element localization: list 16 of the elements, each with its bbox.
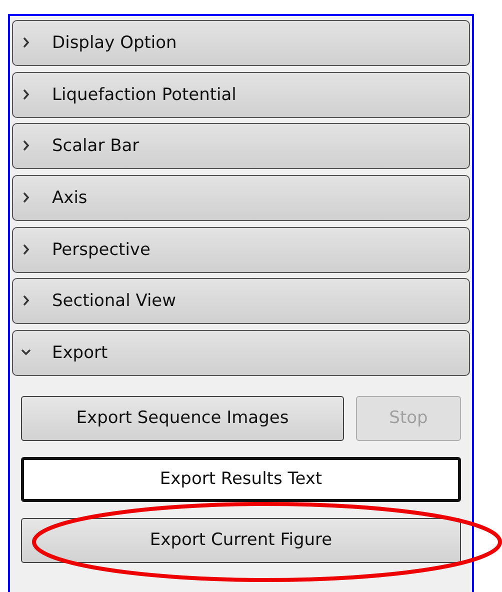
section-header[interactable]: Perspective — [12, 226, 470, 273]
section-header[interactable]: Scalar Bar — [12, 123, 470, 170]
chevron-icon — [21, 88, 31, 101]
chevron-icon — [21, 244, 31, 256]
export-button[interactable]: Export Current Figure — [21, 518, 461, 563]
section-header[interactable]: Export — [12, 330, 470, 376]
section-header[interactable]: Display Option — [12, 20, 470, 66]
section-header[interactable]: Sectional View — [12, 278, 470, 324]
section-header[interactable]: Liquefaction Potential — [12, 72, 470, 118]
chevron-icon — [21, 140, 31, 152]
export-button[interactable]: Export Results Text — [21, 456, 461, 502]
section-header[interactable]: Axis — [12, 175, 470, 222]
chevron-icon — [21, 295, 31, 308]
export-button[interactable]: Export Sequence Images — [21, 396, 344, 441]
chevron-icon — [21, 37, 31, 49]
chevron-icon — [21, 192, 31, 204]
